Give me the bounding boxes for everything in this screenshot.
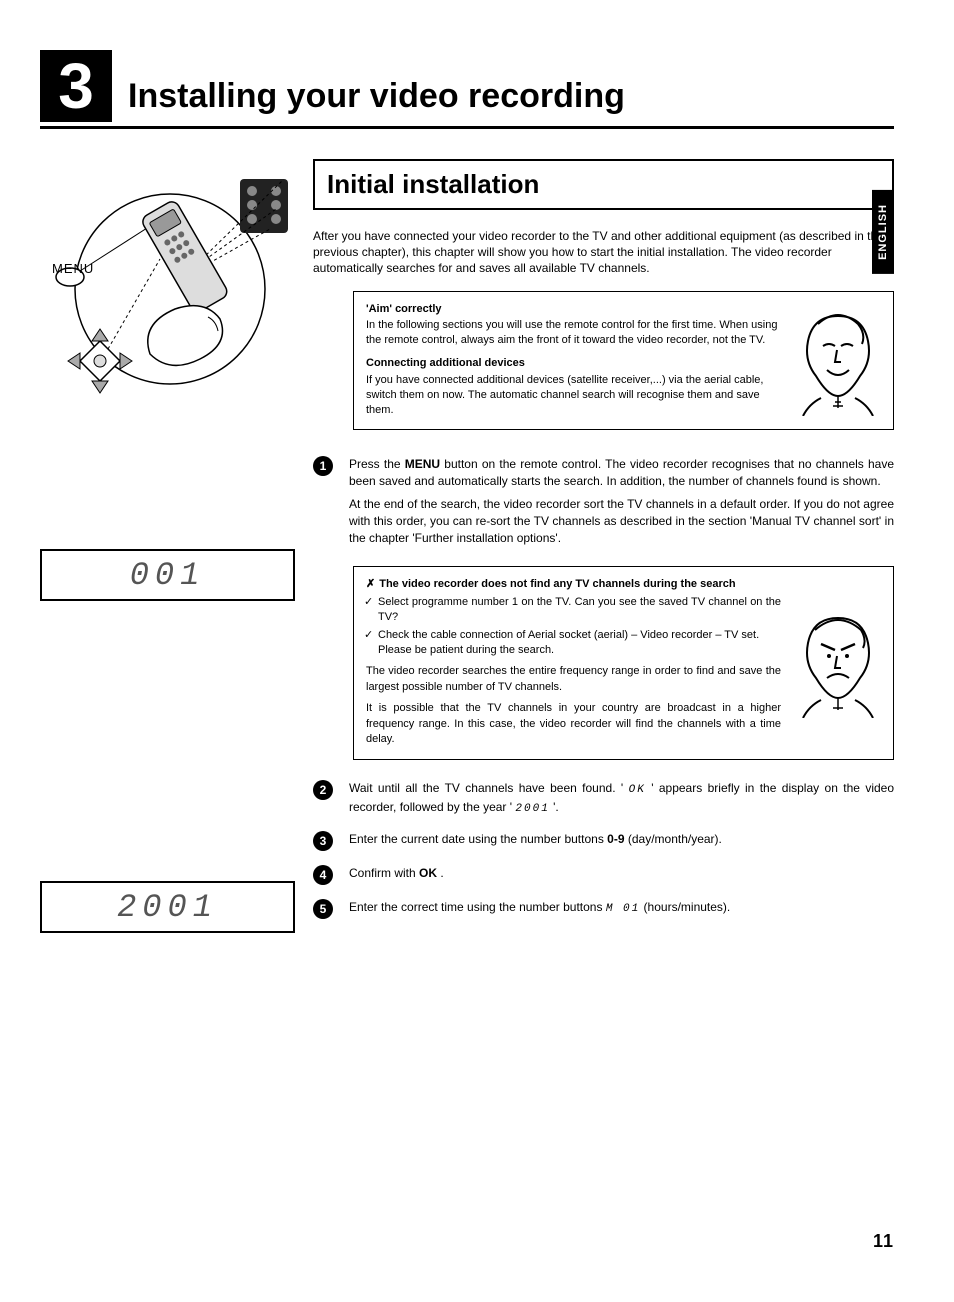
tip-box-aim: 'Aim' correctly In the following section… bbox=[353, 291, 894, 431]
page-number: 11 bbox=[873, 1231, 894, 1252]
step-3: 3 Enter the current date using the numbe… bbox=[313, 831, 894, 851]
steps-list: 1 Press the MENU button on the remote co… bbox=[313, 456, 894, 919]
step-1-text: Press the MENU button on the remote cont… bbox=[349, 456, 894, 546]
step-1: 1 Press the MENU button on the remote co… bbox=[313, 456, 894, 546]
step-number-5: 5 bbox=[313, 899, 333, 919]
worried-face-icon bbox=[793, 608, 883, 718]
step-4: 4 Confirm with OK . bbox=[313, 865, 894, 885]
step-2: 2 Wait until all the TV channels have be… bbox=[313, 780, 894, 817]
happy-face-icon bbox=[793, 306, 883, 416]
step-number-3: 3 bbox=[313, 831, 333, 851]
step-number-1: 1 bbox=[313, 456, 333, 476]
step-5: 5 Enter the correct time using the numbe… bbox=[313, 899, 894, 919]
intro-text: After you have connected your video reco… bbox=[313, 228, 894, 277]
step-4-text: Confirm with OK . bbox=[349, 865, 894, 885]
step-2-text: Wait until all the TV channels have been… bbox=[349, 780, 894, 817]
troubleshoot-box: ✗The video recorder does not find any TV… bbox=[353, 566, 894, 760]
left-column: MENU bbox=[40, 159, 295, 933]
language-tab: ENGLISH bbox=[872, 190, 894, 274]
step-3-text: Enter the current date using the number … bbox=[349, 831, 894, 851]
lcd-display-2: 2001 bbox=[40, 881, 295, 933]
trouble-heading: ✗The video recorder does not find any TV… bbox=[366, 577, 881, 592]
chapter-number: 3 bbox=[40, 50, 112, 122]
chapter-header: 3 Installing your video recording bbox=[40, 50, 894, 129]
step-5-text: Enter the correct time using the number … bbox=[349, 899, 894, 919]
step-number-2: 2 bbox=[313, 780, 333, 800]
lcd-display-1: 001 bbox=[40, 549, 295, 601]
chapter-title: Installing your video recording bbox=[128, 77, 625, 122]
remote-illustration: MENU bbox=[40, 169, 295, 409]
right-column: Initial installation After you have conn… bbox=[313, 159, 894, 933]
step-number-4: 4 bbox=[313, 865, 333, 885]
section-title: Initial installation bbox=[313, 159, 894, 210]
menu-label: MENU bbox=[52, 261, 94, 276]
